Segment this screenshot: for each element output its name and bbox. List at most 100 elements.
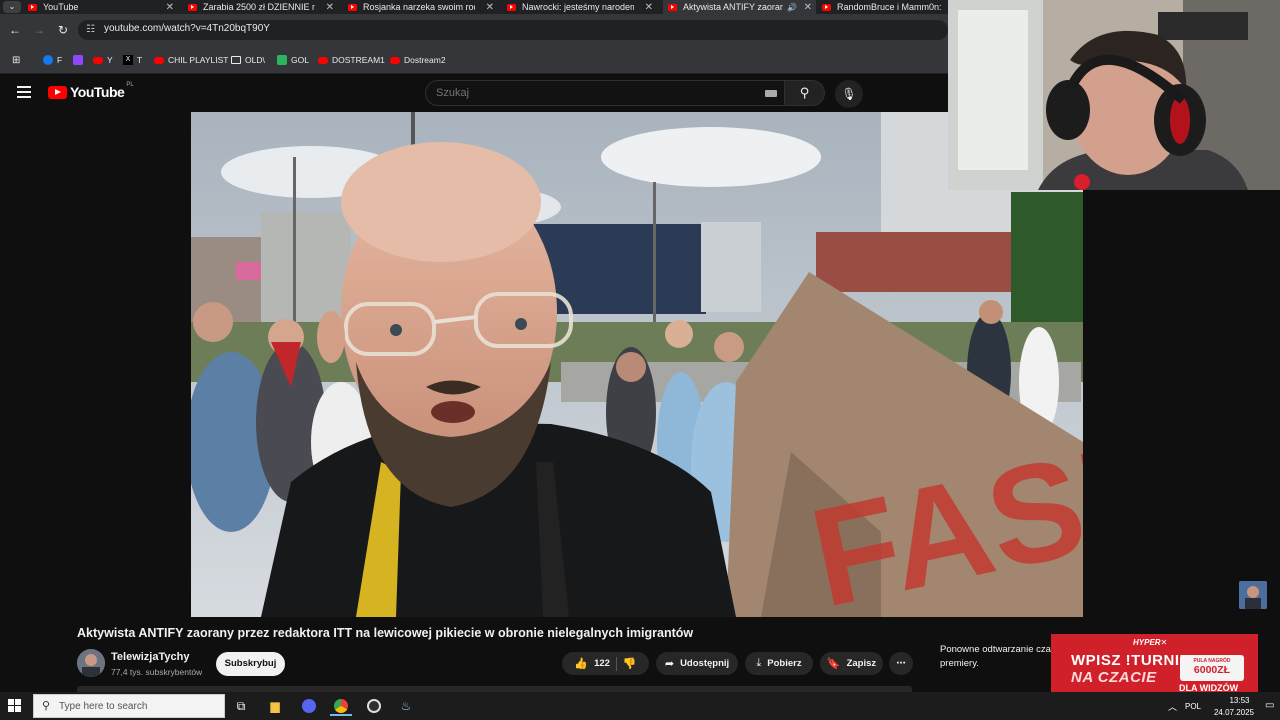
country-code: PL — [126, 82, 134, 88]
task-view-icon[interactable]: ⧉ — [230, 696, 252, 716]
browser-tab[interactable]: RandomBruce i Mamm0n: pie — [822, 0, 948, 14]
tab-close-icon[interactable]: ✕ — [486, 2, 498, 13]
bookmark-folder-old[interactable]: OLD\ — [231, 54, 265, 66]
apps-grid-icon[interactable]: ⊞ — [12, 54, 20, 66]
voice-search-button[interactable]: 🎙 — [835, 80, 863, 108]
share-button[interactable]: ➦ Udostępnij — [656, 652, 738, 675]
bookmark-x[interactable]: XT — [123, 54, 142, 66]
steam-app-icon[interactable]: ♨ — [395, 696, 417, 716]
chrome-app-icon[interactable] — [330, 696, 352, 716]
tab-close-icon[interactable]: ✕ — [326, 2, 338, 13]
site-info-icon[interactable]: ☷ — [86, 24, 95, 35]
save-label: Zapisz — [846, 658, 877, 669]
address-bar[interactable]: ☷ youtube.com/watch?v=4Tn20bqT90Y — [78, 20, 948, 40]
thumbs-up-icon[interactable]: 👍 — [574, 657, 588, 670]
tab-title: Rosjanka narzeka swoim rodak — [363, 2, 475, 12]
browser-tab[interactable]: YouTube ✕ — [28, 0, 178, 14]
clock-date[interactable]: 24.07.2025 — [1208, 708, 1260, 717]
back-arrow-icon[interactable]: ← — [7, 22, 23, 38]
mini-thumbnail[interactable] — [1239, 581, 1267, 609]
obs-app-icon[interactable] — [363, 696, 385, 716]
like-dislike-group: 👍 122 👎 — [562, 652, 649, 675]
browser-tab-active[interactable]: Aktywista ANTIFY zaorany p 🔊 ✕ — [663, 0, 816, 14]
youtube-icon — [318, 56, 328, 64]
youtube-icon — [390, 56, 400, 64]
subscriber-count: 77,4 tys. subskrybentów — [111, 667, 203, 677]
share-arrow-icon: ➦ — [664, 658, 675, 670]
menu-hamburger-icon[interactable] — [17, 86, 31, 98]
tournament-banner: HYPER✕ WPISZ !TURNIEJ NA CZACIE PULA NAG… — [1051, 634, 1258, 696]
search-box[interactable] — [425, 80, 785, 106]
browser-tab[interactable]: Zarabia 2500 zł DZIENNIE na p ✕ — [188, 0, 338, 14]
like-count[interactable]: 122 — [594, 658, 610, 669]
browser-tab[interactable]: Rosjanka narzeka swoim rodak ✕ — [348, 0, 498, 14]
download-label: Pobierz — [767, 658, 802, 669]
bookmark-chil-playlist[interactable]: CHIL PLAYLIST — [154, 54, 228, 66]
clock-time[interactable]: 13:53 — [1217, 696, 1262, 705]
browser-tab[interactable]: Nawrocki: jesteśmy narodem, k ✕ — [507, 0, 657, 14]
like-divider — [615, 656, 617, 671]
chat-replay-notice: Ponowne odtwarzanie czat premiery. — [940, 644, 1054, 669]
youtube-favicon-icon — [507, 3, 516, 11]
input-language[interactable]: POL — [1185, 702, 1201, 711]
search-icon: ⚲ — [42, 700, 51, 712]
discord-app-icon[interactable] — [298, 696, 320, 716]
download-icon: ⤓ — [756, 657, 762, 669]
youtube-favicon-icon — [188, 3, 197, 11]
url-text[interactable]: youtube.com/watch?v=4Tn20bqT90Y — [104, 23, 270, 34]
windows-start-icon[interactable] — [8, 699, 22, 713]
search-input[interactable] — [436, 87, 736, 99]
youtube-favicon-icon — [668, 3, 677, 11]
taskbar-search-placeholder: Type here to search — [59, 701, 148, 712]
tab-close-icon[interactable]: ✕ — [166, 2, 178, 13]
youtube-logo[interactable]: YouTube PL — [48, 82, 134, 100]
bookmark-gol[interactable]: GOL — [277, 54, 309, 66]
subscribe-button[interactable]: Subskrybuj — [216, 652, 285, 676]
more-actions-button[interactable]: ⋯ — [889, 652, 913, 675]
youtube-favicon-icon — [348, 3, 357, 11]
channel-avatar[interactable] — [77, 649, 105, 677]
folder-icon — [231, 56, 241, 64]
bookmark-dostream2[interactable]: Dostream2 — [390, 54, 446, 66]
tray-chevron-up-icon[interactable]: ︿ — [1168, 700, 1177, 713]
banner-subline: NA CZACIE — [1071, 669, 1157, 686]
prize-pool-badge: PULA NAGRÓD 6000ZŁ — [1180, 655, 1244, 681]
reload-icon[interactable]: ↻ — [55, 22, 71, 38]
channel-name[interactable]: TelewizjaTychy — [111, 651, 189, 663]
youtube-icon — [154, 56, 164, 64]
youtube-masthead: YouTube PL ⚲ 🎙 — [0, 74, 948, 112]
browser-toolbar: ← → ↻ ☷ youtube.com/watch?v=4Tn20bqT90Y — [0, 14, 948, 46]
bookmark-youtube[interactable]: Y — [93, 54, 113, 66]
twitch-icon — [73, 55, 83, 65]
search-icon: ⚲ — [799, 85, 810, 100]
youtube-play-logo-icon — [48, 85, 67, 99]
tab-search-menu-button[interactable]: ⌄ — [3, 1, 21, 13]
tab-title: YouTube — [43, 2, 79, 12]
tab-close-icon[interactable]: ✕ — [645, 2, 657, 13]
more-dots-icon: ⋯ — [896, 658, 906, 669]
bookmark-twitch[interactable] — [73, 54, 87, 66]
microphone-icon: 🎙 — [841, 87, 857, 101]
bookmark-facebook[interactable]: F — [43, 54, 62, 66]
mini-thumbnail-image — [1239, 581, 1267, 609]
file-explorer-icon[interactable]: ▆ — [264, 696, 286, 716]
tab-title: RandomBruce i Mamm0n: pie — [837, 2, 941, 12]
save-button[interactable]: 🔖 Zapisz — [820, 652, 883, 675]
bookmark-dostream1[interactable]: DOSTREAM1 — [318, 54, 385, 66]
keyboard-icon[interactable] — [765, 90, 777, 97]
tab-title: Zarabia 2500 zł DZIENNIE na p — [203, 2, 315, 12]
speaker-icon[interactable]: 🔊 — [787, 3, 797, 12]
thumbs-down-icon[interactable]: 👎 — [623, 657, 637, 670]
taskbar-search-box[interactable]: ⚲ Type here to search — [33, 694, 225, 718]
notification-icon[interactable]: ▭ — [1265, 700, 1274, 711]
bookmarks-bar: ⊞ F Y XT CHIL PLAYLIST OLD\ GOL DOSTREAM… — [0, 46, 948, 74]
facebook-icon — [43, 55, 53, 65]
forward-arrow-icon[interactable]: → — [31, 22, 47, 38]
search-button[interactable]: ⚲ — [785, 80, 825, 106]
share-label: Udostępnij — [680, 658, 730, 669]
bookmark-icon: 🔖 — [826, 658, 841, 670]
youtube-favicon-icon — [822, 3, 831, 11]
tab-close-icon[interactable]: ✕ — [804, 2, 816, 13]
download-button[interactable]: ⤓ Pobierz — [745, 652, 813, 675]
youtube-icon — [93, 56, 103, 64]
